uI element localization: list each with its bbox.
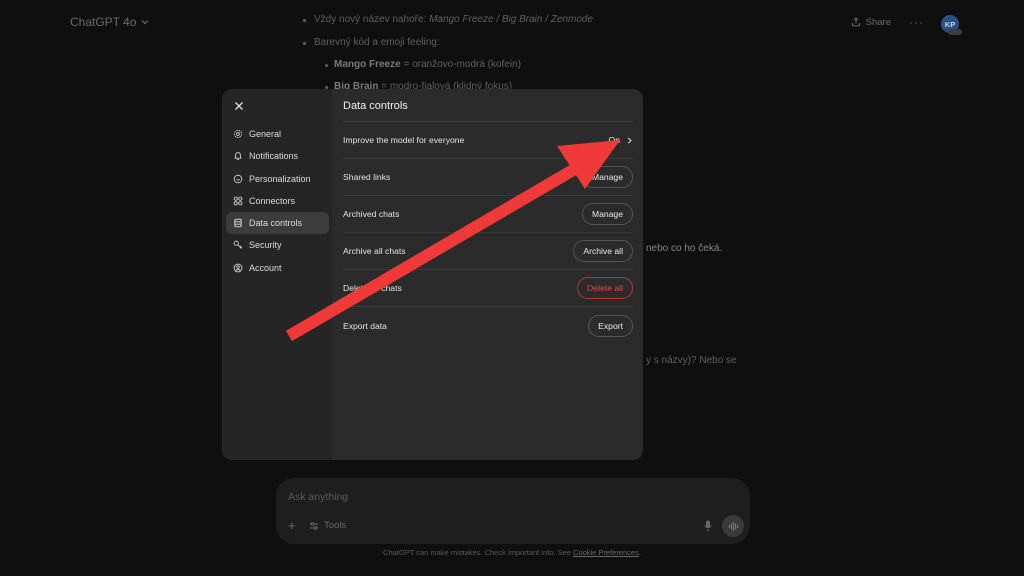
bell-icon xyxy=(234,152,242,161)
sidebar-item-notifications[interactable]: Notifications xyxy=(226,145,329,167)
bullet-dot xyxy=(303,42,306,45)
sidebar-item-label: Personalization xyxy=(249,173,311,184)
message-input[interactable]: Ask anything xyxy=(288,491,348,503)
manage-archived-chats-button[interactable]: Manage xyxy=(581,203,633,225)
setting-row-archived-chats: Archived chats Manage xyxy=(343,196,633,233)
setting-row-export-data: Export data Export xyxy=(343,307,633,344)
sidebar-item-general[interactable]: General xyxy=(226,123,329,145)
chevron-right-icon xyxy=(627,136,632,144)
archive-all-button[interactable]: Archive all xyxy=(573,240,633,262)
model-label: ChatGPT 4o xyxy=(70,15,137,29)
settings-content: Data controls Improve the model for ever… xyxy=(332,89,643,460)
disclaimer: ChatGPT can make mistakes. Check importa… xyxy=(383,548,641,557)
settings-nav: General Notifications Personalization Co… xyxy=(226,123,329,279)
sidebar-item-personalization[interactable]: Personalization xyxy=(226,168,329,190)
improve-model-toggle[interactable]: On xyxy=(609,135,633,145)
setting-label: Improve the model for everyone xyxy=(343,135,465,145)
setting-row-improve-model[interactable]: Improve the model for everyone On xyxy=(343,122,633,159)
setting-label: Archived chats xyxy=(343,209,400,219)
tools-label: Tools xyxy=(324,520,347,531)
more-options-button[interactable]: ··· xyxy=(909,15,924,29)
delete-all-button[interactable]: Delete all xyxy=(577,277,633,299)
close-icon xyxy=(235,102,243,110)
personalization-icon xyxy=(233,174,243,183)
setting-label: Archive all chats xyxy=(343,246,406,256)
chat-line-partial: y s názvy)? Nebo se xyxy=(646,355,737,366)
tools-icon xyxy=(310,521,318,530)
setting-label: Delete all chats xyxy=(343,283,402,293)
settings-sidebar: General Notifications Personalization Co… xyxy=(222,89,332,460)
setting-row-delete-all: Delete all chats Delete all xyxy=(343,270,633,307)
share-label: Share xyxy=(865,16,891,28)
setting-row-archive-all: Archive all chats Archive all xyxy=(343,233,633,270)
manage-shared-links-button[interactable]: Manage xyxy=(581,166,633,188)
chat-line-partial: nebo co ho čeká. xyxy=(646,243,723,254)
sidebar-item-label: General xyxy=(249,129,282,139)
setting-label: Shared links xyxy=(343,172,391,182)
sidebar-item-label: Security xyxy=(249,240,282,251)
setting-row-shared-links: Shared links Manage xyxy=(343,159,633,196)
setting-label: Export data xyxy=(343,320,387,331)
sidebar-item-label: Data controls xyxy=(249,218,303,229)
waveform-icon xyxy=(728,521,738,531)
sidebar-item-account[interactable]: Account xyxy=(226,257,329,279)
gear-icon xyxy=(233,129,243,139)
composer: Ask anything + Tools xyxy=(276,478,750,544)
sidebar-item-security[interactable]: Security xyxy=(226,234,329,256)
model-picker[interactable]: ChatGPT 4o xyxy=(70,15,150,29)
sidebar-item-data-controls[interactable]: Data controls xyxy=(226,212,329,235)
sidebar-item-label: Account xyxy=(249,262,282,273)
key-icon xyxy=(233,241,243,250)
chat-line: Barevný kód a emoji feeling: xyxy=(314,37,440,48)
sidebar-item-connectors[interactable]: Connectors xyxy=(226,190,329,212)
chat-line: Vždy nový název nahoře: Mango Freeze / B… xyxy=(314,14,594,25)
user-circle-icon xyxy=(233,263,243,273)
share-button[interactable]: Share xyxy=(851,17,891,28)
voice-mode-button[interactable] xyxy=(722,515,744,537)
connectors-icon xyxy=(233,196,243,206)
close-button[interactable] xyxy=(232,99,246,113)
export-data-button[interactable]: Export xyxy=(588,314,633,337)
settings-modal: General Notifications Personalization Co… xyxy=(222,89,643,460)
share-icon xyxy=(851,17,860,27)
sidebar-item-label: Connectors xyxy=(249,195,296,206)
page-title: Data controls xyxy=(343,100,408,112)
sidebar-item-label: Notifications xyxy=(249,151,299,162)
setting-value: On xyxy=(608,135,620,145)
chat-line: Mango Freeze = oranžovo-modrá (kofein) xyxy=(334,59,522,70)
bullet-dot xyxy=(303,19,306,22)
chevron-down-icon xyxy=(142,20,149,25)
add-attachment-button[interactable]: + xyxy=(288,518,296,533)
plan-badge xyxy=(948,29,962,35)
cookie-preferences-link[interactable]: Cookie Preferences xyxy=(573,548,639,557)
bullet-dot xyxy=(325,64,328,67)
tools-button[interactable]: Tools xyxy=(309,520,346,531)
database-icon xyxy=(234,218,242,228)
microphone-icon[interactable] xyxy=(703,520,713,532)
